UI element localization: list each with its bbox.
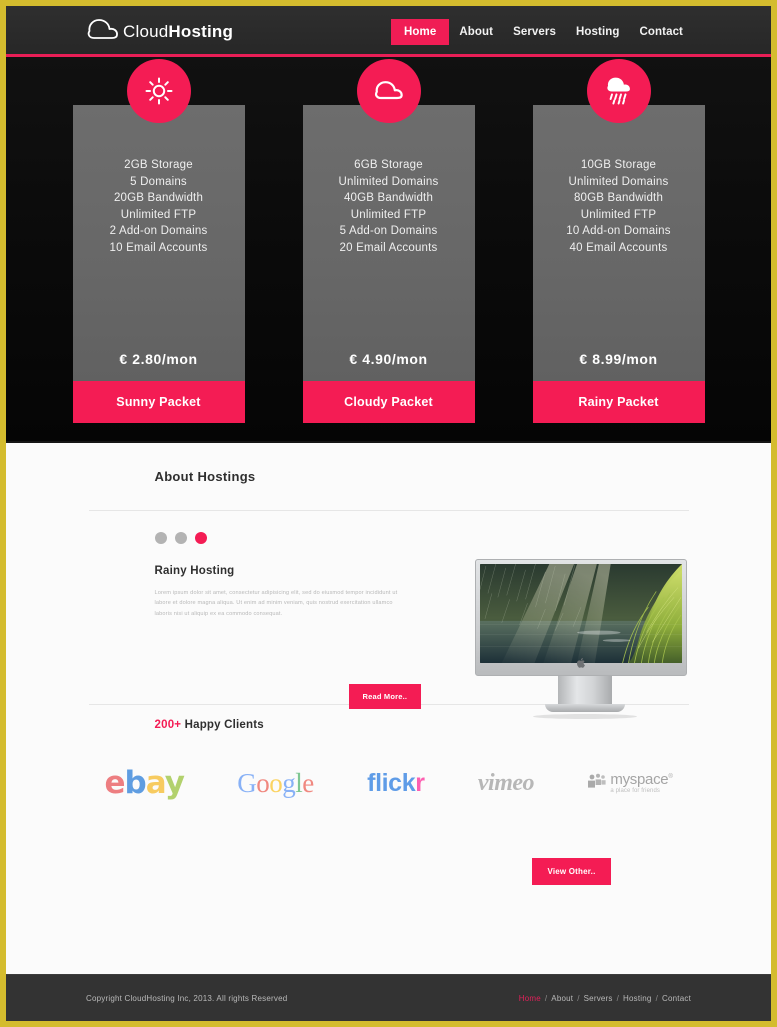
vimeo-logo: vimeo	[477, 769, 535, 796]
myspace-people-icon	[587, 773, 607, 793]
plan-select-button[interactable]: Sunny Packet	[72, 381, 245, 423]
plan-feature: 10GB Storage	[580, 159, 657, 171]
nav-item-contact[interactable]: Contact	[629, 20, 693, 44]
myspace-wordmark: myspace®	[610, 771, 673, 789]
nav-item-servers[interactable]: Servers	[503, 20, 566, 44]
site-footer: Copyright CloudHosting Inc, 2013. All ri…	[6, 974, 771, 1021]
footer-nav-contact[interactable]: Contact	[662, 994, 691, 1003]
logo-text: CloudHosting	[123, 22, 233, 42]
plan-features: 6GB Storage Unlimited Domains 40GB Bandw…	[311, 157, 467, 257]
footer-navigation: Home / About / Servers / Hosting / Conta…	[519, 994, 691, 1003]
about-section: About Hostings Rainy Hosting Lorem ipsum…	[6, 443, 771, 886]
about-section-title: About Hostings	[154, 469, 256, 484]
imac-shadow	[532, 714, 637, 719]
imac-screen	[479, 564, 682, 663]
hero-pricing-section: 2GB Storage 5 Domains 20GB Bandwidth Unl…	[6, 57, 771, 443]
plan-feature: 80GB Bandwidth	[573, 192, 664, 205]
plan-card: 10GB Storage Unlimited Domains 80GB Band…	[532, 105, 705, 381]
main-navigation: Home About Servers Hosting Contact	[391, 6, 693, 57]
plan-feature: Unlimited FTP	[120, 208, 197, 221]
clients-count: 200+	[154, 719, 182, 732]
footer-nav-servers[interactable]: Servers	[584, 994, 613, 1003]
plan-feature: 20 Email Accounts	[339, 241, 438, 254]
pricing-plans: 2GB Storage 5 Domains 20GB Bandwidth Unl…	[6, 59, 771, 423]
plan-feature: 10 Email Accounts	[109, 241, 208, 254]
nav-item-about[interactable]: About	[449, 20, 503, 44]
plan-feature: 2 Add-on Domains	[109, 225, 208, 238]
footer-nav-separator: /	[655, 993, 659, 1003]
divider	[88, 510, 689, 511]
client-logos: ebay Google flickr vimeo myspace® a plac…	[39, 765, 739, 801]
plan-feature: 6GB Storage	[354, 159, 423, 171]
sun-icon	[126, 59, 191, 123]
pricing-plan-cloudy: 6GB Storage Unlimited Domains 40GB Bandw…	[302, 59, 475, 423]
plan-price: € 2.80/mon	[119, 351, 198, 367]
plan-feature: Unlimited Domains	[568, 175, 669, 188]
plan-feature: 5 Domains	[130, 175, 187, 188]
footer-nav-about[interactable]: About	[551, 994, 573, 1003]
rain-cloud-icon	[586, 59, 651, 123]
plan-card: 2GB Storage 5 Domains 20GB Bandwidth Unl…	[72, 105, 245, 381]
read-more-button[interactable]: Read More..	[348, 684, 422, 709]
nav-item-hosting[interactable]: Hosting	[566, 20, 630, 44]
plan-select-button[interactable]: Rainy Packet	[532, 381, 705, 423]
plan-feature: 40 Email Accounts	[569, 241, 668, 254]
logo-text-light: Cloud	[123, 21, 169, 41]
clients-title: Happy Clients	[181, 719, 264, 732]
plan-features: 10GB Storage Unlimited Domains 80GB Band…	[541, 157, 697, 257]
apple-logo-icon	[575, 656, 586, 674]
google-logo: Google	[237, 767, 314, 798]
clients-heading: 200+ Happy Clients	[89, 719, 689, 731]
about-paragraph: Lorem ipsum dolor sit amet, consectetur …	[154, 590, 398, 617]
imac-stand-base	[544, 704, 625, 712]
imac-stand-neck	[557, 676, 612, 704]
pricing-plan-sunny: 2GB Storage 5 Domains 20GB Bandwidth Unl…	[72, 59, 245, 423]
plan-feature: 2GB Storage	[124, 159, 193, 171]
footer-nav-hosting[interactable]: Hosting	[623, 994, 652, 1003]
plan-select-button[interactable]: Cloudy Packet	[302, 381, 475, 423]
carousel-dot-2[interactable]	[174, 532, 187, 544]
plan-feature: 20GB Bandwidth	[113, 192, 204, 205]
ebay-logo: ebay	[104, 765, 185, 802]
flickr-logo: flickr	[367, 768, 425, 797]
about-body: Rainy Hosting Lorem ipsum dolor sit amet…	[89, 559, 689, 719]
plan-price: € 4.90/mon	[349, 351, 428, 367]
footer-nav-home[interactable]: Home	[519, 994, 541, 1003]
carousel-dot-1[interactable]	[154, 532, 167, 544]
view-other-button[interactable]: View Other..	[532, 858, 611, 886]
plan-feature: Unlimited FTP	[350, 208, 427, 221]
plan-feature: Unlimited FTP	[580, 208, 657, 221]
clients-section: 200+ Happy Clients ebay Google flickr vi…	[88, 704, 689, 886]
site-header: CloudHosting Home About Servers Hosting …	[6, 6, 771, 57]
plan-feature: 10 Add-on Domains	[566, 225, 671, 238]
myspace-logo: myspace® a place for friends	[587, 771, 673, 795]
cloud-icon	[356, 59, 421, 123]
plan-card: 6GB Storage Unlimited Domains 40GB Bandw…	[302, 105, 475, 381]
cloud-icon	[86, 17, 120, 46]
plan-feature: 40GB Bandwidth	[343, 192, 434, 205]
carousel-dot-3[interactable]	[194, 532, 207, 544]
plan-feature: 5 Add-on Domains	[339, 225, 438, 238]
imac-illustration	[474, 559, 695, 719]
footer-copyright: Copyright CloudHosting Inc, 2013. All ri…	[86, 993, 288, 1003]
nav-item-home[interactable]: Home	[391, 18, 450, 45]
clients-footer-row: View Other..	[89, 823, 689, 886]
plan-feature: Unlimited Domains	[338, 175, 439, 188]
site-logo[interactable]: CloudHosting	[86, 17, 233, 46]
myspace-tagline: a place for friends	[610, 788, 660, 795]
footer-nav-separator: /	[544, 993, 548, 1003]
page-root: CloudHosting Home About Servers Hosting …	[0, 0, 777, 1027]
logo-text-bold: Hosting	[168, 21, 234, 41]
footer-nav-separator: /	[577, 993, 580, 1003]
pricing-plan-rainy: 10GB Storage Unlimited Domains 80GB Band…	[532, 59, 705, 423]
footer-nav-separator: /	[616, 993, 620, 1003]
plan-features: 2GB Storage 5 Domains 20GB Bandwidth Unl…	[81, 157, 237, 257]
plan-price: € 8.99/mon	[579, 351, 658, 367]
imac-bezel	[474, 559, 687, 676]
carousel-dots	[89, 532, 689, 544]
